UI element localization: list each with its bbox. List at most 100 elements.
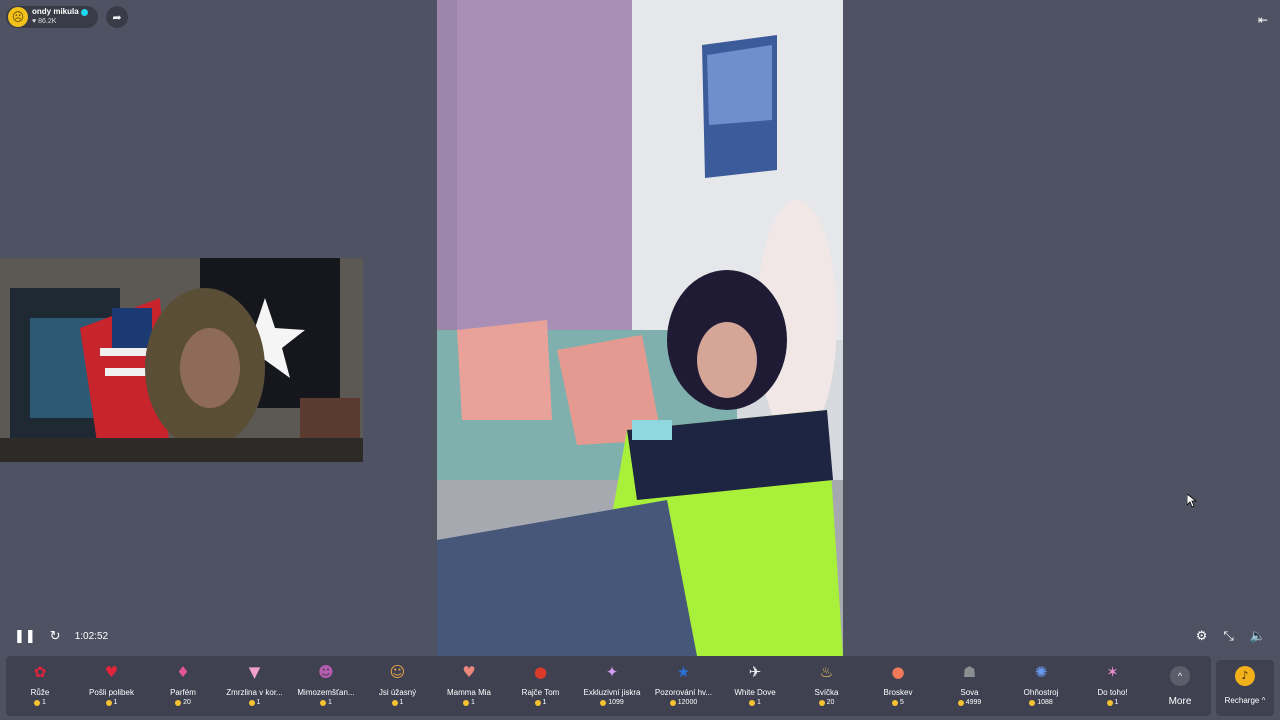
gift-price: 20 xyxy=(183,699,191,706)
gift-item[interactable]: ● Broskev 5 xyxy=(864,660,932,706)
rose-icon: ✿ xyxy=(33,663,47,681)
streamer-likes-row: ♥ 86.2K xyxy=(32,17,88,27)
coin-icon xyxy=(248,699,255,706)
gift-name: White Dove xyxy=(734,688,776,697)
gift-item[interactable]: ☗ Sova 4999 xyxy=(936,660,1004,706)
streamer-name: ondy mikula xyxy=(32,7,79,16)
exit-button[interactable]: ⇤ xyxy=(1258,13,1268,27)
refresh-icon[interactable]: ↻ xyxy=(50,629,61,644)
gift-price-row: 1 xyxy=(364,699,432,706)
gift-name: Zmrzlina v kor... xyxy=(226,688,283,697)
gift-name: Sova xyxy=(960,688,979,697)
gift-price: 1099 xyxy=(608,699,624,706)
lips-icon: ♥ xyxy=(104,663,119,681)
gift-price-row: 1 xyxy=(6,699,74,706)
gift-price: 4999 xyxy=(965,699,982,706)
coin-icon: ♪ xyxy=(1235,666,1255,686)
gift-name: Ohňostroj xyxy=(1023,688,1059,697)
coin-icon xyxy=(463,699,470,706)
gift-item[interactable]: ✿ Růže 1 xyxy=(6,660,74,706)
owl-icon: ☗ xyxy=(962,663,977,681)
player-controls-right: ⚙ ⤡ 🔈 xyxy=(1196,629,1266,644)
gift-item[interactable]: ♨ Svíčka 20 xyxy=(793,660,861,706)
perfume-icon: ♦ xyxy=(176,663,190,681)
gift-name: Svíčka xyxy=(814,688,839,697)
minimize-icon[interactable]: ⤡ xyxy=(1223,629,1233,644)
coin-icon xyxy=(1029,699,1036,706)
gift-item[interactable]: ☻ Mimozemšťan... 1 xyxy=(292,660,360,706)
gift-price: 1 xyxy=(256,699,261,706)
gift-item[interactable]: ♦ Parfém 20 xyxy=(149,660,217,706)
heart-icon: ♥ xyxy=(32,18,37,25)
more-gifts-button[interactable]: ^ More xyxy=(1156,662,1204,707)
gift-item[interactable]: ☺ Jsi úžasný 1 xyxy=(364,660,432,706)
gift-name: Mamma Mia xyxy=(446,688,491,697)
settings-icon[interactable]: ⚙ xyxy=(1196,629,1208,644)
main-stream-video xyxy=(437,0,843,656)
streamer-avatar: ☹ xyxy=(8,7,28,27)
coin-icon xyxy=(105,699,112,706)
alien-icon: ☻ xyxy=(318,663,334,681)
gift-price-row: 1 xyxy=(78,699,146,706)
gift-price-row: 1 xyxy=(221,699,289,706)
player-controls-left: ❚❚ ↻ 1:02:52 xyxy=(14,629,108,644)
gift-price: 1 xyxy=(399,699,404,706)
heart-icon: ♥ xyxy=(462,663,476,681)
gift-item[interactable]: ▼ Zmrzlina v kor... 1 xyxy=(221,660,289,706)
pause-icon[interactable]: ❚❚ xyxy=(14,629,36,644)
gift-name: Pošli polibek xyxy=(89,688,134,697)
share-icon: ➦ xyxy=(112,10,122,24)
chevron-up-icon: ^ xyxy=(1170,666,1190,686)
candle-icon: ♨ xyxy=(819,663,834,681)
gift-price: 1 xyxy=(328,699,332,706)
gift-item[interactable]: ✦ Exkluzivní jiskra 1099 xyxy=(578,660,646,706)
coin-icon xyxy=(669,699,676,706)
gift-item[interactable]: ● Rajče Tom 1 xyxy=(507,660,575,706)
gift-price-row: 1 xyxy=(507,699,575,706)
gift-price: 5 xyxy=(900,699,904,706)
gift-name: Exkluzivní jiskra xyxy=(583,688,641,697)
gift-item[interactable]: ✶ Do toho! 1 xyxy=(1079,660,1147,706)
more-label: More xyxy=(1168,696,1192,707)
main-video-frame xyxy=(437,0,843,656)
coin-icon xyxy=(320,699,327,706)
ice-cream-icon: ▼ xyxy=(248,663,261,681)
gift-price-row: 1 xyxy=(721,699,789,706)
gift-name: Broskev xyxy=(883,688,913,697)
gift-item[interactable]: ♥ Mamma Mia 1 xyxy=(435,660,503,706)
stream-time: 1:02:52 xyxy=(74,631,109,642)
coin-icon xyxy=(391,699,398,706)
gift-price: 1 xyxy=(542,699,547,706)
gift-item[interactable]: ★ Pozorování hv... 12000 xyxy=(650,660,718,706)
coin-icon xyxy=(534,699,541,706)
gift-price-row: 12000 xyxy=(650,699,718,706)
spark-icon: ✦ xyxy=(605,663,619,681)
recharge-button[interactable]: ♪ Recharge ^ xyxy=(1216,660,1274,716)
fireworks-icon: ✺ xyxy=(1034,663,1048,681)
gift-price: 1 xyxy=(757,699,761,706)
share-button[interactable]: ➦ xyxy=(106,6,128,28)
gift-price-row: 20 xyxy=(793,699,861,706)
peach-icon: ● xyxy=(891,663,905,681)
streamer-badge[interactable]: ☹ ondy mikula ♥ 86.2K xyxy=(6,6,98,28)
gift-price: 1 xyxy=(113,699,118,706)
gift-name: Do toho! xyxy=(1097,688,1128,697)
inset-camera-feed xyxy=(0,258,363,462)
gift-price-row: 1 xyxy=(435,699,503,706)
gift-price-row: 1099 xyxy=(578,699,646,706)
gift-name: Pozorování hv... xyxy=(654,688,713,697)
gift-item[interactable]: ✈ White Dove 1 xyxy=(721,660,789,706)
gift-price-row: 20 xyxy=(149,699,217,706)
gift-item[interactable]: ✺ Ohňostroj 1088 xyxy=(1007,660,1075,706)
gift-price: 12000 xyxy=(677,699,698,706)
gift-item[interactable]: ♥ Pošli polibek 1 xyxy=(78,660,146,706)
coin-icon xyxy=(892,699,899,706)
gift-price-row: 1 xyxy=(1079,699,1147,706)
coin-icon xyxy=(1106,699,1113,706)
gift-bar: ✿ Růže 1 ♥ Pošli polibek 1 ♦ Parfém 20 ▼ Zmrzlina … xyxy=(6,656,1211,716)
volume-icon[interactable]: 🔈 xyxy=(1250,629,1266,644)
gift-price-row: 1 xyxy=(292,699,360,706)
lollipop-icon: ✶ xyxy=(1106,663,1119,681)
gift-price: 1088 xyxy=(1037,699,1053,706)
gift-price: 1 xyxy=(42,699,46,706)
